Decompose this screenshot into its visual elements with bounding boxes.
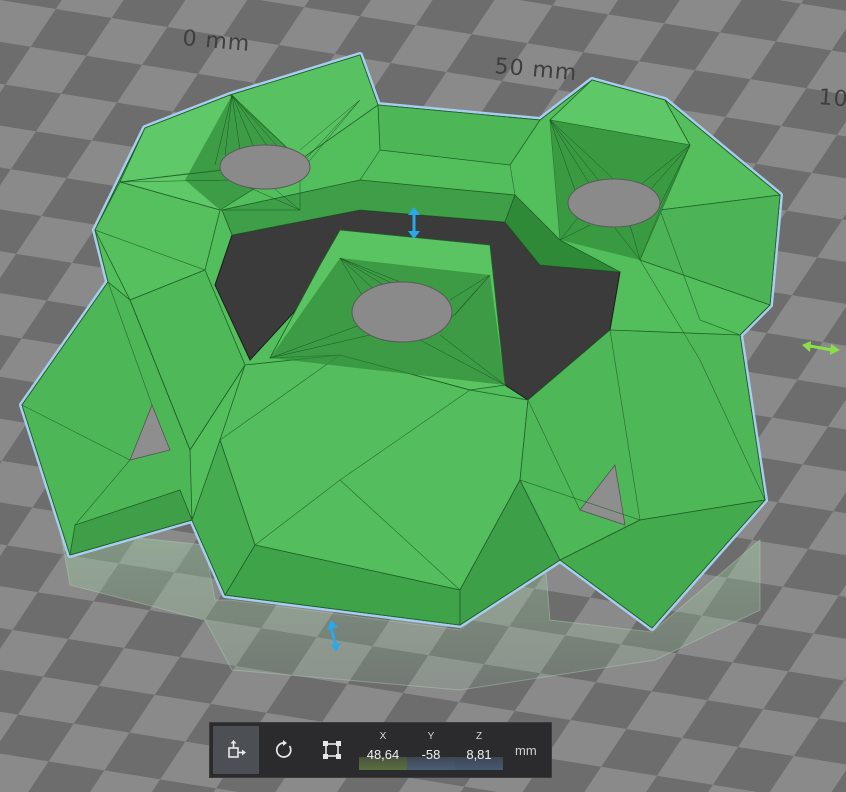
build-plate-scene[interactable]: 0 mm 50 mm 10 — [0, 0, 846, 792]
z-value[interactable]: 8,81 — [455, 747, 503, 762]
move-tool-button[interactable] — [213, 726, 259, 774]
x-axis-label: X — [379, 731, 387, 742]
x-value[interactable]: 48,64 — [359, 747, 407, 762]
rotate-tool-button[interactable] — [261, 726, 307, 774]
z-coordinate-field[interactable]: Z 8,81 — [455, 726, 503, 774]
z-axis-label: Z — [475, 731, 483, 742]
y-value[interactable]: -58 — [407, 747, 455, 762]
scale-tool-button[interactable] — [309, 726, 355, 774]
unit-label: mm — [515, 742, 537, 758]
3d-viewport[interactable]: 0 mm 50 mm 10 X 48,64 Y -58 Z 8,81 mm — [0, 0, 846, 792]
y-coordinate-field[interactable]: Y -58 — [407, 726, 455, 774]
x-coordinate-field[interactable]: X 48,64 — [359, 726, 407, 774]
transform-toolbar: X 48,64 Y -58 Z 8,81 mm — [209, 722, 552, 778]
ruler-label-100: 10 — [817, 85, 846, 113]
move-tool-icon — [228, 740, 246, 758]
scale-tool-icon — [323, 741, 341, 759]
rotate-tool-icon — [275, 740, 292, 758]
coordinate-fields: X 48,64 Y -58 Z 8,81 — [359, 726, 503, 774]
y-axis-label: Y — [427, 731, 435, 742]
